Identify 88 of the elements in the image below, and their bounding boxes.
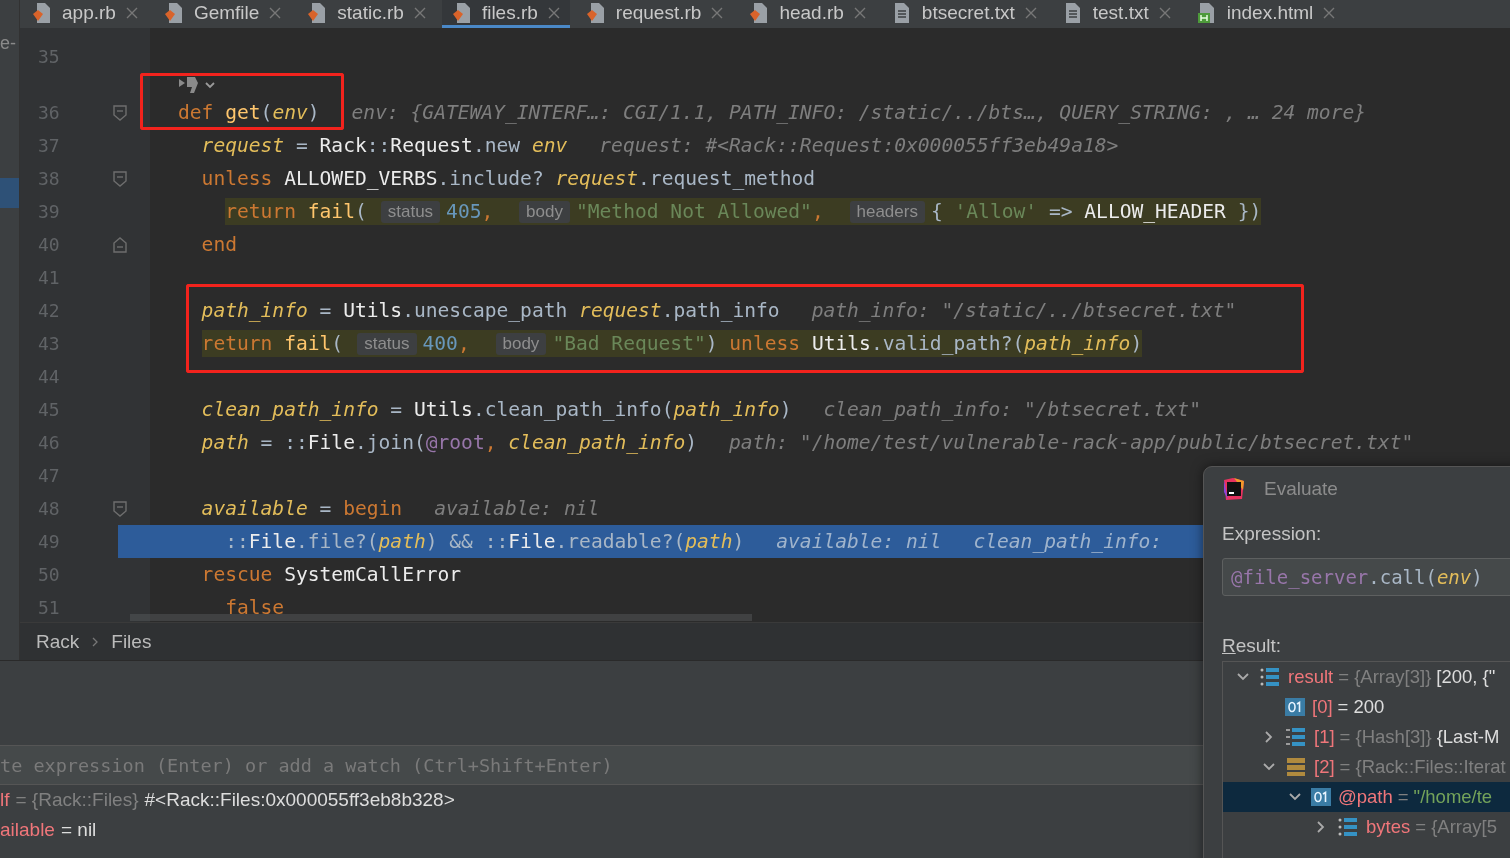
file-tab[interactable]: head.rb: [739, 0, 876, 28]
code-line: unless ALLOWED_VERBS.include? request.request_method: [201, 166, 816, 192]
breadcrumb-item[interactable]: Files: [111, 630, 152, 653]
variable-value: "/home/te: [1413, 786, 1493, 808]
code-vision-icon[interactable]: [178, 75, 200, 94]
file-tab[interactable]: files.rb: [441, 0, 570, 28]
variable-type: = {Rack::Files::Iterat: [1339, 756, 1506, 778]
ruby-file-icon: [451, 1, 472, 24]
file-tab[interactable]: Gemfile: [153, 0, 292, 28]
fold-icon[interactable]: [113, 500, 127, 517]
code-line: rescue SystemCallError: [201, 562, 462, 588]
variable-value: [200, {": [1436, 666, 1496, 688]
code-line: path_info = Utils.unescape_path request.path_info: [201, 298, 780, 324]
variable-value: #<Rack::Files:0x000055ff3eb8b328>: [144, 789, 455, 811]
variable-name: [0]: [1312, 696, 1333, 718]
list-icon: [1285, 727, 1307, 747]
stack-icon: [1285, 757, 1307, 777]
close-icon[interactable]: [125, 6, 138, 19]
close-icon[interactable]: [1024, 6, 1037, 19]
ruby-file-icon: [163, 1, 184, 24]
code-line: path = ::File.join(@root, clean_path_info): [201, 430, 698, 456]
html-file-icon: [1196, 1, 1217, 24]
file-tab[interactable]: btsecret.txt: [881, 0, 1047, 28]
variable-name: [1]: [1314, 726, 1335, 748]
variable-name: result: [1288, 666, 1334, 688]
file-tab[interactable]: request.rb: [575, 0, 734, 28]
chevron-down-icon[interactable]: [204, 79, 216, 90]
variable-type: = {Array[5: [1415, 816, 1497, 838]
variable-name: bytes: [1366, 816, 1411, 838]
fold-icon[interactable]: [113, 236, 127, 253]
ruby-file-icon: [307, 1, 328, 24]
inline-value-hint: path_info: "/static/../btsecret.txt": [811, 299, 1237, 322]
close-icon[interactable]: [413, 6, 426, 19]
close-icon[interactable]: [1323, 6, 1336, 19]
variable-type: = {Rack::Files}: [15, 789, 139, 811]
inline-value-hint: clean_path_info: "/btsecret.txt": [823, 398, 1201, 421]
selected-tree-row[interactable]: @path = "/home/te: [1223, 782, 1510, 812]
dialog-title: Evaluate: [1264, 478, 1338, 500]
variable-name: @path: [1338, 786, 1393, 808]
code-line: false: [225, 595, 285, 621]
file-tab[interactable]: index.html: [1186, 0, 1346, 28]
variable-type: =: [1397, 786, 1409, 808]
field-label: Expression:: [1222, 522, 1323, 546]
panel-text: e-: [0, 33, 16, 54]
inline-value-hint: request: #<Rack::Request:0x000055ff3eb49a18>: [599, 134, 1119, 157]
code-line: available = begin: [201, 496, 403, 522]
list-icon: [1337, 817, 1359, 837]
inline-value-hint: available: nil: [776, 530, 942, 553]
inline-value-hint: path: "/home/test/vulnerable-rack-app/public/btsecret.txt": [729, 431, 1414, 454]
logo-icon: [1222, 477, 1246, 501]
code-line: ::File.file?(path) && ::File.readable?(path): [225, 529, 745, 555]
breadcrumb-item[interactable]: Rack: [36, 630, 80, 653]
variable-value: = nil: [60, 819, 97, 841]
selection-marker: [0, 178, 19, 208]
inline-value-hint: clean_path_info:: [973, 530, 1163, 553]
variable-name: [2]: [1314, 756, 1335, 778]
inline-value-hint: available: nil: [434, 497, 600, 520]
code-line: request = Rack::Request.new env: [201, 133, 568, 159]
ruby-file-icon: [585, 1, 606, 24]
file-tab[interactable]: test.txt: [1052, 0, 1181, 28]
list-icon: [1259, 667, 1281, 687]
close-icon[interactable]: [711, 6, 724, 19]
variable-value: {Last-M: [1436, 726, 1500, 748]
chevron-right-icon: [91, 635, 100, 648]
close-icon[interactable]: [1158, 6, 1171, 19]
ruby-file-icon: [749, 1, 770, 24]
scrollbar[interactable]: [130, 614, 752, 621]
inline-value-hint: env: {GATEWAY_INTERF…: CGI/1.1, PATH_INFO: /static/../bts…, QUERY_STRING: , … 24 more}: [351, 101, 1367, 124]
expression-field[interactable]: @file_server.call(env): [1222, 558, 1510, 596]
close-icon[interactable]: [269, 6, 282, 19]
close-icon[interactable]: [853, 6, 866, 19]
ruby-file-icon: [32, 1, 52, 24]
variable-value: = 200: [1337, 696, 1385, 718]
file-tab[interactable]: static.rb: [297, 0, 436, 28]
field-label: Result:: [1222, 634, 1283, 658]
code-line: clean_path_info = Utils.clean_path_info(path_info): [201, 397, 792, 423]
variable-type: = {Hash[3]}: [1339, 726, 1432, 748]
variable-name: ailable: [0, 819, 55, 841]
close-icon[interactable]: [547, 6, 560, 19]
variable-name: lf: [0, 789, 10, 811]
fold-icon[interactable]: [113, 170, 127, 187]
variable-type: = {Array[3]}: [1338, 666, 1432, 688]
primitive-value-icon: [1285, 698, 1305, 716]
file-tab[interactable]: app.rb: [22, 0, 148, 28]
primitive-value-icon: [1311, 788, 1331, 806]
code-line: end: [201, 232, 237, 258]
fold-icon[interactable]: [113, 104, 127, 121]
code-line: def get(env): [178, 100, 320, 126]
